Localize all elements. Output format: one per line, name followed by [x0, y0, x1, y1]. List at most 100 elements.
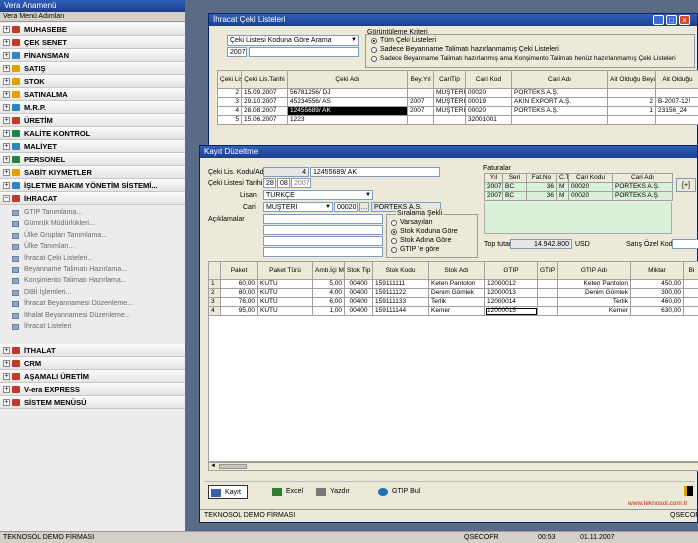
expand-icon[interactable]: +	[3, 360, 10, 368]
submenu-item[interactable]: GTIP Tanımlama...	[0, 207, 185, 218]
expand-icon[interactable]: +	[3, 91, 10, 98]
scroll-thumb[interactable]	[219, 464, 247, 469]
item-cell[interactable]: 159111122	[372, 288, 429, 298]
expand-icon[interactable]: +	[3, 104, 10, 111]
year-input[interactable]: 2007	[227, 47, 247, 57]
item-cell[interactable]: Terlik	[428, 297, 485, 307]
menu-item-top-9[interactable]: + MALİYET	[0, 140, 185, 153]
item-cell[interactable]: Keten Pantolon	[557, 279, 631, 289]
scroll-left-icon[interactable]: ◄	[210, 463, 216, 470]
item-cell[interactable]: 76,00	[220, 297, 258, 307]
item-cell[interactable]: 12000014	[484, 297, 538, 307]
add-invoice-button[interactable]: [+]	[676, 178, 696, 192]
invoice-cell[interactable]: 00020	[568, 191, 613, 201]
cheklist-header[interactable]: Cari Kod	[465, 70, 512, 89]
cheklist-cell[interactable]: 2	[217, 88, 242, 98]
item-cell[interactable]: Terlik	[557, 297, 631, 307]
submenu-item[interactable]: İhracat Beyannamesi Düzenleme...	[0, 298, 185, 309]
item-cell[interactable]: Kemer	[428, 306, 485, 316]
cheklist-cell[interactable]: 56781256/ DJ	[287, 88, 408, 98]
item-cell[interactable]	[683, 306, 698, 316]
cheklist-cell[interactable]	[407, 88, 434, 98]
code-number-field[interactable]: 4	[263, 167, 309, 177]
expand-icon[interactable]: +	[3, 386, 10, 394]
submenu-item[interactable]: Ülke Tanımları...	[0, 241, 185, 252]
cheklist-cell[interactable]	[511, 115, 608, 125]
invoice-cell[interactable]: PORTEKS A.Ş.	[612, 191, 673, 201]
menu-item-top-8[interactable]: + KALİTE KONTROL	[0, 127, 185, 140]
menu-item-top-2[interactable]: + FİNANSMAN	[0, 49, 185, 62]
expand-icon[interactable]: +	[3, 130, 10, 137]
item-cell[interactable]: 3	[208, 297, 221, 307]
item-cell[interactable]: 80,00	[220, 288, 258, 298]
item-row[interactable]: 3 76,00 KUTU 6,00 00400 159111133 Terlik 120000…	[208, 297, 698, 307]
item-header[interactable]: Paket Türü	[257, 261, 313, 280]
exit-icon[interactable]	[684, 486, 693, 496]
submenu-item[interactable]: Beyanname Talimatı Hazırlama...	[0, 264, 185, 275]
expand-icon[interactable]: +	[3, 169, 10, 176]
menu-item-top-4[interactable]: + STOK	[0, 75, 185, 88]
cheklist-header[interactable]: Cari Adı	[511, 70, 608, 89]
invoice-row[interactable]: 2007 BC 36 M 00020 PORTEKS A.Ş.	[484, 182, 673, 192]
item-cell[interactable]	[537, 288, 558, 298]
cheklist-cell[interactable]	[655, 115, 698, 125]
item-row[interactable]: 1 60,00 KUTU 5,00 00400 159111111 Keten Pantol…	[208, 279, 698, 289]
item-header[interactable]: GTIP Adı	[557, 261, 631, 280]
view-all-radio[interactable]	[371, 38, 377, 44]
item-cell[interactable]: 12000012	[484, 279, 538, 289]
close-icon[interactable]: ×	[679, 15, 690, 25]
cheklist-cell[interactable]: MÜŞTERİ	[433, 106, 466, 116]
maximize-icon[interactable]: □	[666, 15, 677, 25]
view-no-bl-radio[interactable]	[371, 56, 377, 62]
cheklist-cell[interactable]: PORTEKS A.Ş.	[511, 106, 608, 116]
view-no-declaration-radio[interactable]	[371, 47, 377, 53]
cheklist-header[interactable]: Çeki Listesi	[217, 70, 242, 89]
submenu-item[interactable]: İhracat Listeleri	[0, 321, 185, 332]
expand-icon[interactable]: +	[3, 143, 10, 150]
cheklist-cell[interactable]	[407, 115, 434, 125]
item-cell[interactable]	[683, 279, 698, 289]
invoice-cell[interactable]: 2007	[484, 182, 503, 192]
item-header[interactable]: Miktar	[630, 261, 684, 280]
item-cell[interactable]: 159111133	[372, 297, 429, 307]
invoice-cell[interactable]: 36	[526, 182, 557, 192]
menu-item-bottom-1[interactable]: + CRM	[0, 357, 185, 371]
cheklist-cell[interactable]: 32001001	[465, 115, 512, 125]
menu-item-top-3[interactable]: + SATIŞ	[0, 62, 185, 75]
menu-item-top-11[interactable]: + SABİT KIYMETLER	[0, 166, 185, 179]
item-cell[interactable]: KUTU	[257, 306, 313, 316]
menu-item-bottom-0[interactable]: + İTHALAT	[0, 344, 185, 358]
item-cell[interactable]	[683, 288, 698, 298]
cheklist-cell[interactable]: 4	[217, 106, 242, 116]
cheklist-cell[interactable]: 15.06.2007	[241, 115, 288, 125]
cheklist-cell[interactable]	[607, 88, 656, 98]
cheklist-cell[interactable]: AKIN EXPORT A.Ş.	[511, 97, 608, 107]
cari-code-field[interactable]: 00020	[334, 202, 358, 212]
item-cell[interactable]	[537, 279, 558, 289]
expand-icon[interactable]: +	[3, 78, 10, 85]
item-cell[interactable]: Denim Gömlek	[557, 288, 631, 298]
cheklist-cell[interactable]: 45234556/ AS	[287, 97, 408, 107]
cheklist-cell[interactable]	[607, 115, 656, 125]
invoice-header[interactable]: Cari Adı	[612, 173, 673, 183]
expand-icon[interactable]: +	[3, 156, 10, 163]
item-cell[interactable]: Denim Gömlek	[428, 288, 485, 298]
cheklist-row[interactable]: 4 28.08.2007 12455689/ AK 2007 MÜŞTERİ 00020 P…	[217, 106, 698, 116]
invoice-cell[interactable]: PORTEKS A.Ş.	[612, 182, 673, 192]
cheklist-row[interactable]: 2 15.09.2007 56781256/ DJ MÜŞTERİ 00020 PORTE…	[217, 88, 698, 98]
expand-icon[interactable]: +	[3, 117, 10, 124]
menu-item-bottom-2[interactable]: + AŞAMALI ÜRETİM	[0, 370, 185, 384]
submenu-item[interactable]: Ülke Grupları Tanımlama...	[0, 230, 185, 241]
item-cell[interactable]: 95,00	[220, 306, 258, 316]
cheklist-cell[interactable]: 2007	[407, 106, 434, 116]
item-cell[interactable]: 630,00	[630, 306, 684, 316]
cheklist-cell[interactable]: 28.08.2007	[241, 106, 288, 116]
item-header[interactable]: Bi	[683, 261, 698, 280]
expand-icon[interactable]: +	[3, 399, 10, 407]
submenu-item[interactable]: DİBİ İşlemleri...	[0, 287, 185, 298]
item-cell[interactable]	[537, 306, 558, 316]
expand-icon[interactable]: +	[3, 182, 10, 189]
sort-gtip-radio[interactable]	[391, 247, 397, 253]
gtip-find-button[interactable]: GTIP Bul	[376, 485, 422, 499]
notes-input-2[interactable]	[263, 225, 383, 235]
